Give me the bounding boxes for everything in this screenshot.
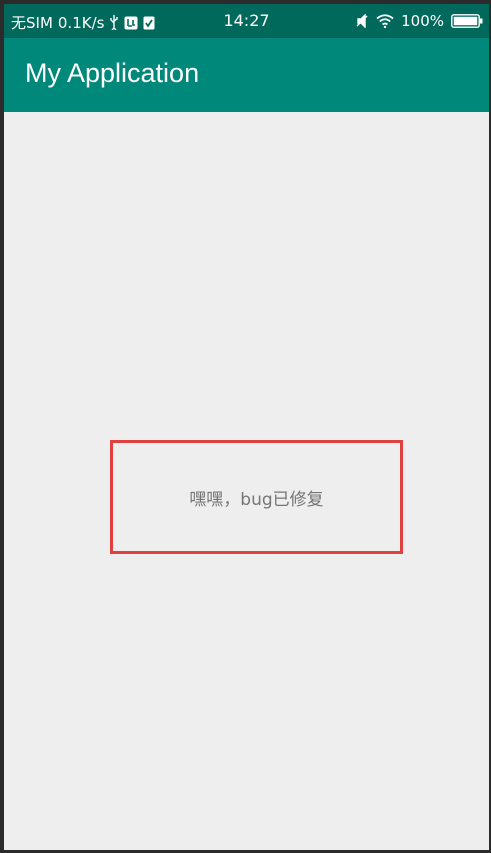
message-text: 嘿嘿，bug已修复 [189,490,324,510]
wifi-icon [376,14,394,28]
main-content: 嘿嘿，bug已修复 [4,112,489,850]
battery-percent-label: 100% [401,12,444,30]
app-title: My Application [25,58,200,88]
device-screen: 无SIM 0.1K/s 14:27 100% My Application 嘿嘿… [4,4,489,850]
mute-icon [355,14,369,28]
highlight-box: 嘿嘿，bug已修复 [110,440,403,554]
battery-icon [451,14,483,28]
status-bar-right: 100% [355,12,483,30]
app-bar: My Application [4,38,489,112]
status-bar: 无SIM 0.1K/s 14:27 100% [4,4,489,38]
